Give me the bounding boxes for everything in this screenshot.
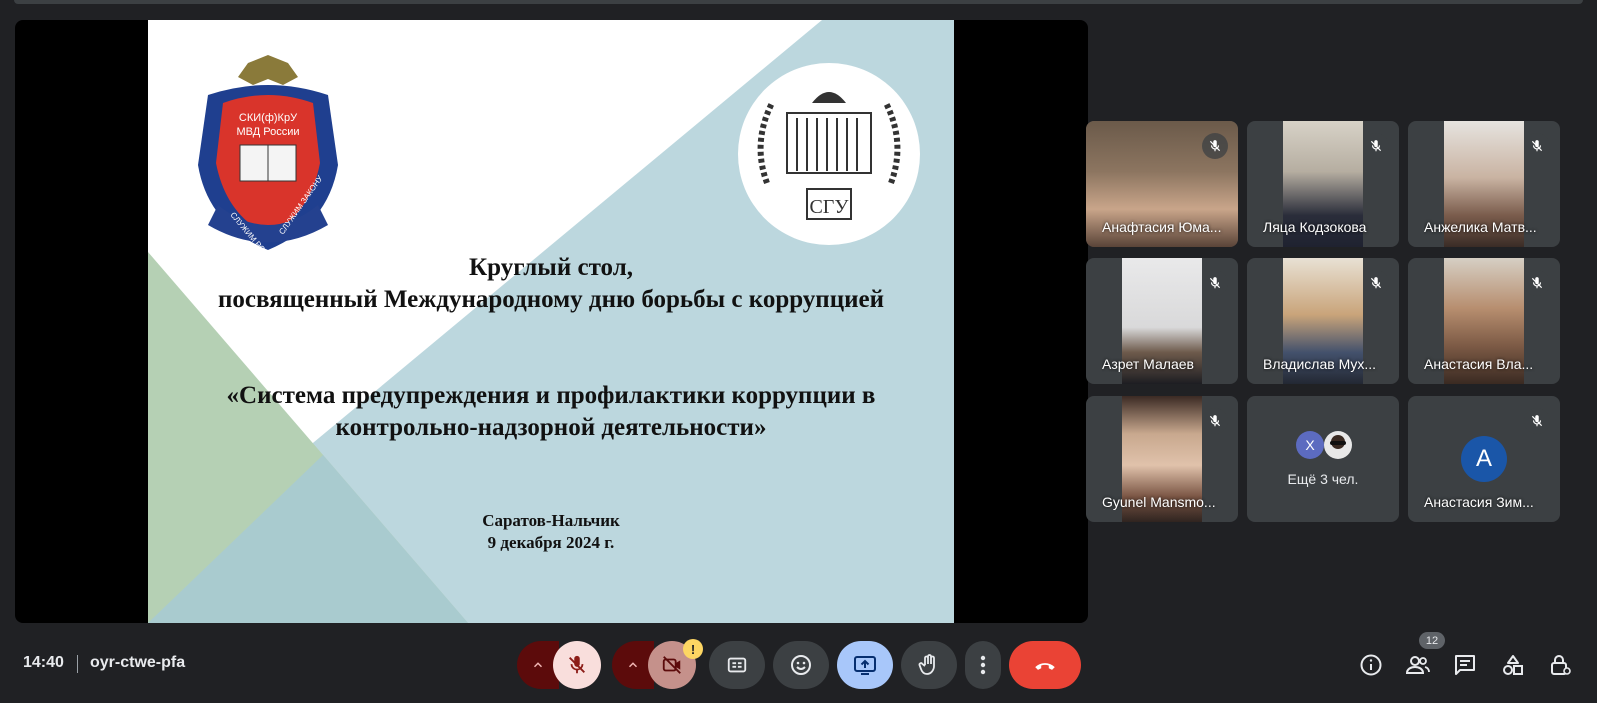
chat-button[interactable] [1452,652,1478,678]
end-call-icon [1035,663,1055,670]
participant-name: Анжелика Матв... [1424,219,1537,235]
mic-off-icon [1524,133,1550,159]
participant-tile[interactable]: Азрет Малаев [1086,258,1238,384]
presentation-slide: СКИ(ф)КрУ МВД России СЛУЖИМ РОССИИ СЛУЖИ… [148,20,954,623]
participant-name: Анастасия Зим... [1424,494,1534,510]
mic-control [517,641,607,689]
camera-warning-badge: ! [683,639,703,659]
mvd-crest-logo: СКИ(ф)КрУ МВД России СЛУЖИМ РОССИИ СЛУЖИ… [198,55,338,255]
chat-icon [1455,655,1475,675]
participant-tile[interactable]: Ляца Кодзокова [1247,121,1399,247]
reactions-button[interactable] [773,641,829,689]
meeting-time: 14:40 [23,654,64,671]
activities-icon [1503,655,1523,675]
presentation-stage[interactable]: СКИ(ф)КрУ МВД России СЛУЖИМ РОССИИ СЛУЖИ… [15,20,1088,623]
sgu-logo-text: СГУ [809,196,849,218]
chevron-up-icon [533,662,543,668]
participant-tile[interactable]: Анафтасия Юма... [1086,121,1238,247]
participant-tile[interactable]: Анастасия Вла... [1408,258,1560,384]
captions-button[interactable] [709,641,765,689]
slide-footer: Саратов-Нальчик 9 декабря 2024 г. [148,510,954,554]
participant-name: Азрет Малаев [1102,356,1194,372]
meeting-details-button[interactable] [1358,652,1384,678]
avatar-letter: Х [1305,437,1315,453]
participant-tile[interactable]: А Анастасия Зим... [1408,396,1560,522]
camera-off-icon [662,656,681,674]
end-call-button[interactable] [1009,641,1081,689]
mic-off-icon [1363,133,1389,159]
slide-topic-line-1: «Система предупреждения и профилактики к… [226,382,876,409]
captions-icon [727,657,747,673]
activities-button[interactable] [1500,652,1526,678]
crest-line-2: МВД России [236,126,299,138]
slide-title: Круглый стол, посвященный Международному… [148,252,954,316]
people-icon [1405,656,1430,674]
mic-off-icon [1363,270,1389,296]
divider [77,655,78,673]
more-participants-label: Ещё 3 чел. [1287,471,1359,487]
mic-off-icon [1524,408,1550,434]
participant-name: Анафтасия Юма... [1102,219,1222,235]
present-button[interactable] [837,641,893,689]
crest-line-1: СКИ(ф)КрУ [239,112,298,124]
mic-toggle-button[interactable] [553,641,601,689]
mic-off-icon [1202,270,1228,296]
participant-name: Gyunel Mansmo... [1102,494,1216,510]
chevron-up-icon [628,662,638,668]
participant-tile[interactable]: Gyunel Mansmo... [1086,396,1238,522]
participant-name: Анастасия Вла... [1424,356,1534,372]
more-options-icon [980,655,986,675]
slide-title-line-1: Круглый стол, [469,254,633,281]
avatar: А [1461,436,1507,482]
participant-name: Владислав Мух... [1263,356,1377,372]
slide-place: Саратов-Нальчик [482,511,620,530]
participant-tile[interactable]: Владислав Мух... [1247,258,1399,384]
host-controls-button[interactable] [1547,652,1573,678]
people-button[interactable] [1405,652,1431,678]
mic-off-icon [1202,408,1228,434]
mic-off-icon [1202,133,1228,159]
info-icon [1360,654,1382,676]
mic-off-icon [1524,270,1550,296]
raise-hand-icon [918,654,935,675]
present-icon [854,656,876,675]
slide-topic-line-2: контрольно-надзорной деятельности» [335,414,767,441]
more-participants-tile[interactable]: Х Ещё 3 чел. [1247,396,1399,522]
people-count-badge: 12 [1419,632,1445,649]
slide-topic: «Система предупреждения и профилактики к… [148,380,954,444]
participant-tile[interactable]: Анжелика Матв... [1408,121,1560,247]
top-bar [14,0,1583,4]
participant-name: Ляца Кодзокова [1263,219,1367,235]
sgu-university-logo: СГУ [738,63,920,245]
raise-hand-button[interactable] [901,641,957,689]
stacked-avatars: Х [1296,431,1352,459]
meeting-code: oyr-ctwe-pfa [90,654,186,671]
emoji-icon [791,655,811,675]
more-options-button[interactable] [965,641,1001,689]
slide-date: 9 декабря 2024 г. [487,533,615,552]
mic-off-icon [569,655,585,674]
host-controls-icon [1551,655,1571,675]
slide-title-line-2: посвященный Международному дню борьбы с … [217,286,885,313]
